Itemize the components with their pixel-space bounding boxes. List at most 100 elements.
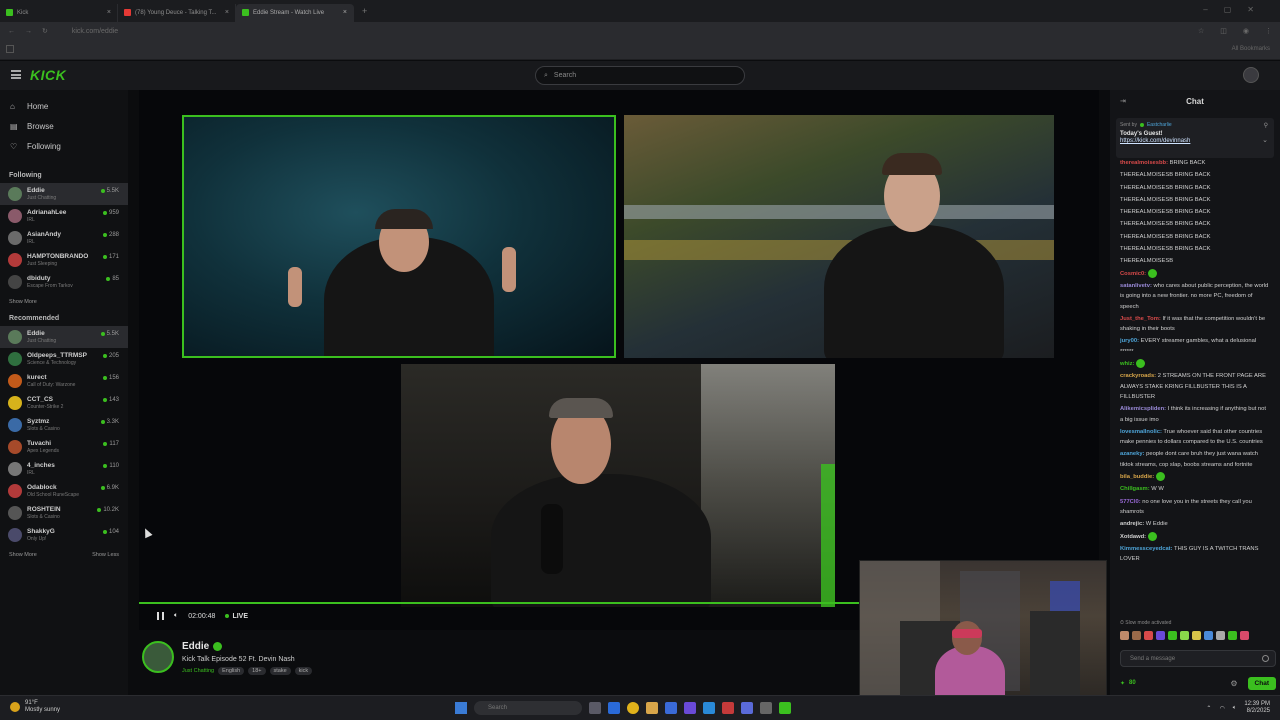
task-view-icon[interactable] bbox=[589, 702, 601, 714]
edge-icon[interactable] bbox=[608, 702, 620, 714]
sidebar-channel[interactable]: AsianAndy IRL 288 bbox=[0, 227, 128, 249]
kick-logo[interactable]: KICK bbox=[30, 67, 66, 83]
pin-link[interactable]: https://kick.com/devinnash bbox=[1120, 138, 1270, 144]
app-icon[interactable] bbox=[684, 702, 696, 714]
pin-author[interactable]: Eastcharlie bbox=[1147, 122, 1172, 128]
sidebar-channel[interactable]: ShakkyG Only Up! 104 bbox=[0, 524, 128, 546]
points-icon[interactable]: ✦ bbox=[1120, 680, 1125, 687]
chat-username[interactable]: azaneky: bbox=[1120, 451, 1145, 457]
stream-tag[interactable]: stake bbox=[269, 667, 291, 675]
hamburger-menu-icon[interactable] bbox=[11, 70, 21, 79]
volume-icon[interactable]: 🔈︎ bbox=[174, 612, 178, 620]
emote-icon[interactable] bbox=[1144, 631, 1153, 640]
sidebar-channel[interactable]: 4_inches IRL 110 bbox=[0, 458, 128, 480]
chat-username[interactable]: Cosmic0: bbox=[1120, 271, 1146, 277]
discord-icon[interactable] bbox=[741, 702, 753, 714]
close-icon[interactable]: × bbox=[343, 9, 347, 16]
back-icon[interactable]: ← bbox=[8, 28, 15, 35]
emote-icon[interactable] bbox=[1168, 631, 1177, 640]
emote-icon[interactable] bbox=[1132, 631, 1141, 640]
nav-item-following[interactable]: ♡ Following bbox=[0, 136, 128, 156]
chat-username[interactable]: Alikemicspliden: bbox=[1120, 406, 1166, 412]
file-explorer-icon[interactable] bbox=[646, 702, 658, 714]
kick-app-icon[interactable] bbox=[779, 702, 791, 714]
pin-icon[interactable]: ⚲ bbox=[1264, 122, 1268, 129]
nav-item-home[interactable]: ⌂ Home bbox=[0, 96, 128, 116]
chat-username[interactable]: jury00: bbox=[1120, 338, 1139, 344]
app-icon[interactable] bbox=[722, 702, 734, 714]
sidebar-channel[interactable]: AdrianahLee IRL 959 bbox=[0, 205, 128, 227]
chat-username[interactable]: bila_buddie: bbox=[1120, 474, 1154, 480]
emote-icon[interactable] bbox=[1228, 631, 1237, 640]
streamer-name[interactable]: Eddie bbox=[182, 641, 223, 652]
menu-icon[interactable]: ⋮ bbox=[1265, 27, 1272, 35]
emote-icon[interactable] bbox=[1192, 631, 1201, 640]
playback-progress[interactable] bbox=[139, 602, 859, 604]
pause-icon[interactable] bbox=[157, 612, 164, 620]
gear-icon[interactable]: ⚙ bbox=[1230, 679, 1237, 688]
close-icon[interactable]: × bbox=[225, 9, 229, 16]
windows-start-icon[interactable] bbox=[455, 702, 467, 714]
sidebar-channel[interactable]: Oldpeeps_TTRMSP Science & Technology 205 bbox=[0, 348, 128, 370]
sidebar-channel[interactable]: HAMPTONBRANDO Just Sleeping 171 bbox=[0, 249, 128, 271]
sidebar-channel[interactable]: Eddie Just Chatting 5.5K bbox=[0, 326, 128, 348]
clock[interactable]: 12:39 PM 8/2/2025 bbox=[1244, 701, 1270, 715]
volume-tray-icon[interactable]: 🔈︎ bbox=[1233, 705, 1237, 712]
chat-username[interactable]: crackyroads: bbox=[1120, 373, 1156, 379]
emoji-icon[interactable] bbox=[1262, 655, 1269, 662]
chat-username[interactable]: lovesmallnolic: bbox=[1120, 429, 1162, 435]
all-bookmarks[interactable]: All Bookmarks bbox=[1232, 46, 1270, 52]
stream-tag[interactable]: 18+ bbox=[248, 667, 266, 675]
taskbar-search[interactable]: Search bbox=[474, 701, 582, 715]
new-tab-icon[interactable]: + bbox=[354, 6, 375, 16]
profile-icon[interactable]: ◉ bbox=[1243, 27, 1249, 35]
show-more-recommended[interactable]: Show More bbox=[9, 552, 37, 558]
browser-tab[interactable]: (78) Young Deuce - Talking T... × bbox=[118, 3, 236, 22]
sidebar-channel[interactable]: Syztmz Slots & Casino 3.3K bbox=[0, 414, 128, 436]
chat-send-button[interactable]: Chat bbox=[1247, 676, 1276, 690]
emote-icon[interactable] bbox=[1120, 631, 1129, 640]
stream-category[interactable]: Just Chatting bbox=[182, 668, 214, 674]
app-icon[interactable] bbox=[703, 702, 715, 714]
chat-username[interactable]: therealmoisesbb: bbox=[1120, 160, 1168, 166]
emote-icon[interactable] bbox=[1156, 631, 1165, 640]
chat-username[interactable]: Kimmessceyedcat: bbox=[1120, 546, 1173, 552]
chat-username[interactable]: whiz: bbox=[1120, 361, 1135, 367]
close-icon[interactable]: × bbox=[107, 9, 111, 16]
nav-item-browse[interactable]: ▤ Browse bbox=[0, 116, 128, 136]
stream-tag[interactable]: English bbox=[218, 667, 245, 675]
chevron-up-icon[interactable]: ⌃ bbox=[1206, 705, 1211, 712]
chat-input[interactable]: Send a message bbox=[1120, 650, 1276, 667]
chat-username[interactable]: 577Cl0: bbox=[1120, 499, 1141, 505]
streamer-avatar[interactable] bbox=[142, 641, 174, 673]
url-field[interactable]: kick.com/eddie bbox=[72, 28, 118, 35]
pinned-message[interactable]: Sent by Eastcharlie Today's Guest! https:… bbox=[1116, 118, 1274, 158]
chat-username[interactable]: andrejic: bbox=[1120, 521, 1144, 527]
chrome-icon[interactable] bbox=[627, 702, 639, 714]
chevron-down-icon[interactable]: ⌄ bbox=[1262, 136, 1268, 144]
chat-username[interactable]: Xotdawd: bbox=[1120, 534, 1146, 540]
emote-icon[interactable] bbox=[1216, 631, 1225, 640]
show-more-following[interactable]: Show More bbox=[9, 299, 37, 305]
star-icon[interactable]: ☆ bbox=[1198, 27, 1204, 35]
store-icon[interactable] bbox=[665, 702, 677, 714]
extensions-icon[interactable]: ◫ bbox=[1220, 27, 1227, 35]
chat-username[interactable]: satanlivetv: bbox=[1120, 283, 1152, 289]
stream-tag[interactable]: kick bbox=[294, 667, 313, 675]
sidebar-channel[interactable]: Odablock Old School RuneScape 6.9K bbox=[0, 480, 128, 502]
emote-icon[interactable] bbox=[1204, 631, 1213, 640]
video-player[interactable]: 🔈︎ 02:00:48 LIVE bbox=[139, 90, 1099, 630]
reload-icon[interactable]: ↻ bbox=[42, 27, 48, 35]
search-input[interactable]: ⌕ Search bbox=[535, 66, 745, 85]
sidebar-channel[interactable]: dbiduty Escape From Tarkov 85 bbox=[0, 271, 128, 293]
forward-icon[interactable]: → bbox=[25, 28, 32, 35]
sidebar-channel[interactable]: CCT_CS Counter-Strike 2 143 bbox=[0, 392, 128, 414]
window-controls[interactable]: –▢✕ bbox=[1203, 5, 1270, 14]
user-avatar[interactable] bbox=[1243, 67, 1259, 83]
browser-tab[interactable]: Kick × bbox=[0, 3, 118, 22]
sidebar-channel[interactable]: Tuvachi Apex Legends 117 bbox=[0, 436, 128, 458]
emote-icon[interactable] bbox=[1180, 631, 1189, 640]
sidebar-channel[interactable]: Eddie Just Chatting 5.5K bbox=[0, 183, 128, 205]
emote-icon[interactable] bbox=[1240, 631, 1249, 640]
apps-icon[interactable] bbox=[6, 45, 14, 53]
